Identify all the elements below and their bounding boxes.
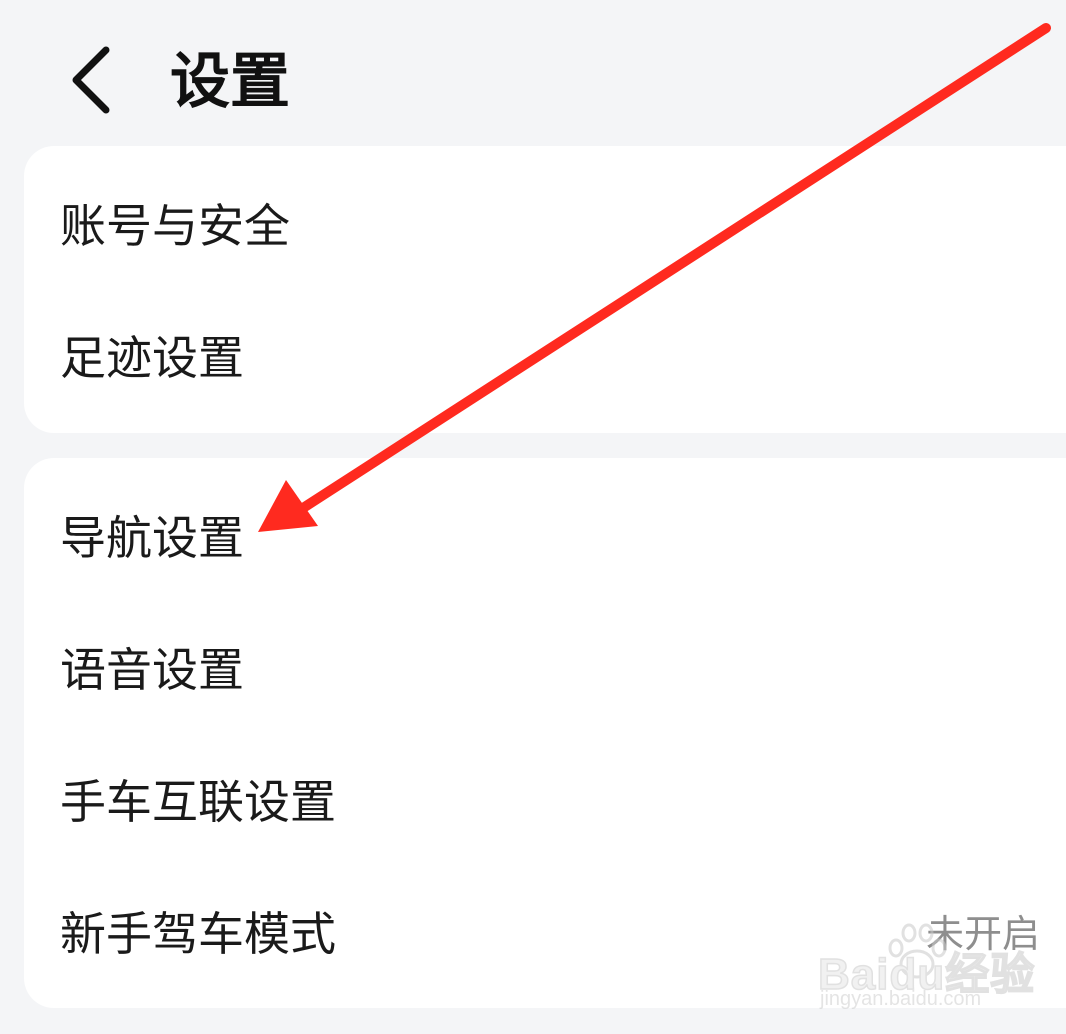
chevron-left-icon[interactable] [62, 42, 122, 118]
settings-item-phone-car-link[interactable]: 手车互联设置 [24, 736, 1066, 868]
settings-group-account: 账号与安全 足迹设置 [24, 146, 1066, 433]
settings-item-voice[interactable]: 语音设置 [24, 604, 1066, 736]
settings-item-label: 账号与安全 [60, 199, 290, 253]
page-title: 设置 [170, 47, 290, 117]
settings-item-account-security[interactable]: 账号与安全 [24, 160, 1066, 292]
watermark-url: jingyan.baidu.com [820, 988, 982, 1010]
settings-item-label: 足迹设置 [60, 331, 244, 385]
baidu-watermark: Baidu经验 jingyan.baidu.com [817, 918, 1035, 1018]
settings-item-label: 语音设置 [60, 643, 244, 697]
settings-item-label: 新手驾车模式 [60, 907, 336, 961]
settings-item-footprint[interactable]: 足迹设置 [24, 292, 1066, 424]
top-bar: 设置 [0, 0, 1066, 145]
settings-item-navigation[interactable]: 导航设置 [24, 472, 1066, 604]
settings-item-label: 手车互联设置 [60, 775, 336, 829]
settings-item-label: 导航设置 [60, 511, 244, 565]
